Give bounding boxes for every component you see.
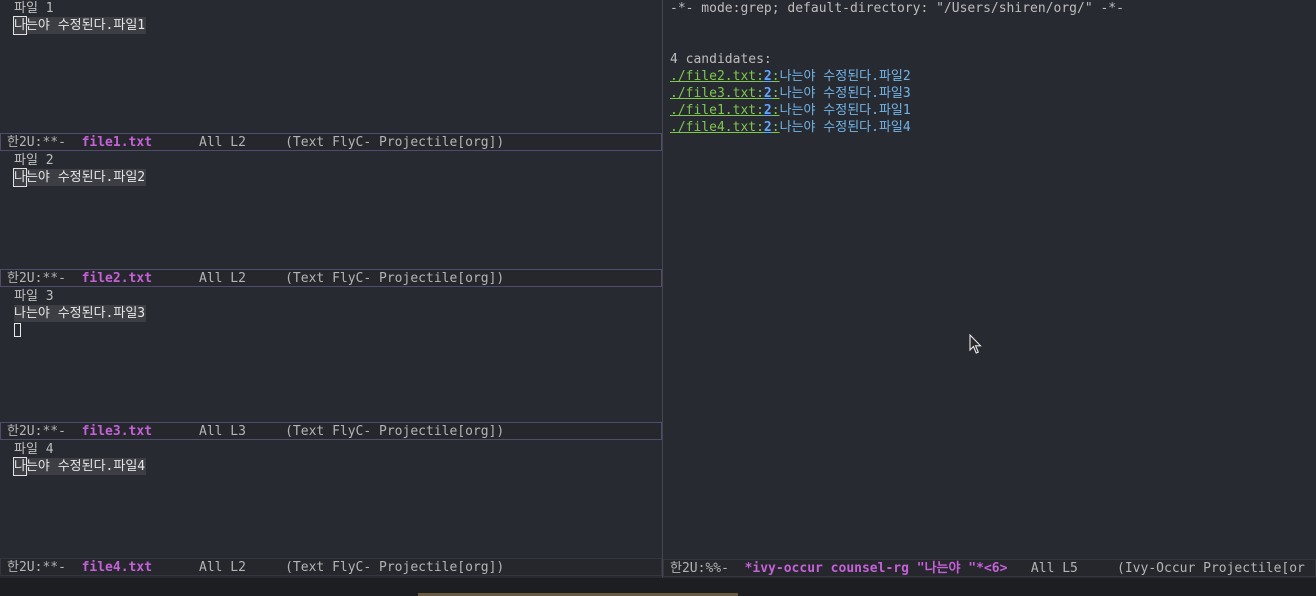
modeline-position: All L5 — [1030, 561, 1078, 576]
modeline-position: All L3 — [199, 424, 246, 439]
modeline-prefix: 한2U:**- — [7, 135, 66, 150]
modeline-prefix: 한2U:**- — [7, 424, 66, 439]
separator: : — [771, 120, 780, 135]
buffer-title-line: 파일 1 — [14, 1, 54, 16]
mode-line-file3[interactable]: 한2U:**- file3.txt All L3 (Text FlyC- Pro… — [0, 422, 662, 440]
candidate-match-text[interactable]: 나는야 수정된다.파일1 — [780, 103, 911, 118]
candidate-match-text[interactable]: 나는야 수정된다.파일2 — [780, 69, 911, 84]
content-text: 는야 수정된다.파일2 — [25, 170, 146, 185]
modeline-position: All L2 — [199, 560, 246, 575]
candidate-file-link[interactable]: ./file1.txt — [670, 103, 756, 118]
candidates-count: 4 candidates: — [670, 52, 772, 67]
buffer-name[interactable]: file2.txt — [82, 271, 152, 286]
separator: : — [756, 69, 764, 84]
candidate-file-link[interactable]: ./file2.txt — [670, 69, 756, 84]
candidate-match-text[interactable]: 나는야 수정된다.파일4 — [780, 120, 911, 135]
separator: : — [756, 103, 764, 118]
modeline-modes[interactable]: (Text FlyC- Projectile[org]) — [285, 424, 504, 439]
buffer-content-line[interactable]: 나는야 수정된다.파일1 — [13, 16, 147, 35]
left-column: 파일 1 나는야 수정된다.파일1 한2U:**- file1.txt All … — [0, 0, 662, 578]
buffer-content-line[interactable]: 나는야 수정된다.파일4 — [13, 457, 147, 476]
grep-header-line: -*- mode:grep; default-directory: "/User… — [670, 1, 1124, 16]
editor-window-file2[interactable]: 파일 2 나는야 수정된다.파일2 한2U:**- file2.txt All … — [0, 152, 662, 288]
buffer-area[interactable]: 파일 2 나는야 수정된다.파일2 — [0, 152, 662, 187]
mode-line-file4[interactable]: 한2U:**- file4.txt All L2 (Text FlyC- Pro… — [0, 558, 662, 576]
separator: : — [756, 86, 764, 101]
buffer-content-line[interactable]: 나는야 수정된다.파일3 — [14, 305, 147, 322]
candidate-row[interactable]: ./file2.txt:2:나는야 수정된다.파일2 — [670, 68, 911, 85]
buffer-area[interactable]: 파일 3 나는야 수정된다.파일3 — [0, 288, 662, 339]
candidate-line-number[interactable]: 2 — [764, 103, 772, 118]
modeline-modes[interactable]: (Text FlyC- Projectile[org]) — [285, 560, 504, 575]
candidate-row[interactable]: ./file3.txt:2:나는야 수정된다.파일3 — [670, 85, 911, 102]
modeline-position: All L2 — [199, 135, 246, 150]
content-text: 는야 수정된다.파일4 — [25, 459, 146, 474]
candidate-file-link[interactable]: ./file4.txt — [670, 120, 756, 135]
candidate-line-number[interactable]: 2 — [764, 69, 772, 84]
buffer-name[interactable]: *ivy-occur counsel-rg "나는야 "*<6> — [745, 561, 1008, 576]
text-cursor — [14, 323, 21, 337]
editor-window-file1[interactable]: 파일 1 나는야 수정된다.파일1 한2U:**- file1.txt All … — [0, 0, 662, 152]
buffer-name[interactable]: file4.txt — [82, 560, 152, 575]
mode-line-ivy-occur[interactable]: 한2U:%%- *ivy-occur counsel-rg "나는야 "*<6>… — [663, 559, 1316, 577]
text-cursor: 나 — [13, 16, 27, 35]
separator: : — [771, 103, 780, 118]
modeline-prefix: 한2U:**- — [7, 560, 66, 575]
mode-line-file1[interactable]: 한2U:**- file1.txt All L2 (Text FlyC- Pro… — [0, 133, 662, 151]
editor-window-file4[interactable]: 파일 4 나는야 수정된다.파일4 한2U:**- file4.txt All … — [0, 441, 662, 578]
buffer-name[interactable]: file3.txt — [82, 424, 152, 439]
buffer-title-line: 파일 4 — [14, 442, 54, 457]
modeline-modes[interactable]: (Text FlyC- Projectile[org]) — [285, 135, 504, 150]
candidate-file-link[interactable]: ./file3.txt — [670, 86, 756, 101]
buffer-content-line[interactable]: 나는야 수정된다.파일2 — [13, 168, 147, 187]
buffer-area[interactable]: 파일 1 나는야 수정된다.파일1 — [0, 0, 662, 35]
text-cursor: 나 — [13, 457, 27, 476]
editor-window-file3[interactable]: 파일 3 나는야 수정된다.파일3 한2U:**- file3.txt All … — [0, 288, 662, 441]
candidate-row[interactable]: ./file4.txt:2:나는야 수정된다.파일4 — [670, 119, 911, 136]
ivy-occur-window[interactable]: -*- mode:grep; default-directory: "/User… — [663, 0, 1316, 578]
modeline-modes[interactable]: (Text FlyC- Projectile[org]) — [285, 271, 504, 286]
content-text: 는야 수정된다.파일1 — [25, 18, 146, 33]
buffer-title-line: 파일 3 — [14, 289, 54, 304]
separator: : — [756, 120, 764, 135]
empty-line[interactable] — [14, 322, 662, 339]
candidate-line-number[interactable]: 2 — [764, 86, 772, 101]
candidate-line-number[interactable]: 2 — [764, 120, 772, 135]
modeline-prefix: 한2U:%%- — [670, 561, 729, 576]
mouse-pointer-icon — [969, 334, 982, 354]
separator: : — [771, 69, 780, 84]
modeline-prefix: 한2U:**- — [7, 271, 66, 286]
separator: : — [771, 86, 780, 101]
candidate-match-text[interactable]: 나는야 수정된다.파일3 — [780, 86, 911, 101]
candidate-row[interactable]: ./file1.txt:2:나는야 수정된다.파일1 — [670, 102, 911, 119]
mode-line-file2[interactable]: 한2U:**- file2.txt All L2 (Text FlyC- Pro… — [0, 269, 662, 287]
modeline-position: All L2 — [199, 271, 246, 286]
buffer-title-line: 파일 2 — [14, 153, 54, 168]
buffer-area[interactable]: 파일 4 나는야 수정된다.파일4 — [0, 441, 662, 476]
buffer-name[interactable]: file1.txt — [82, 135, 152, 150]
text-cursor: 나 — [13, 168, 27, 187]
modeline-modes[interactable]: (Ivy-Occur Projectile[or — [1117, 561, 1305, 576]
